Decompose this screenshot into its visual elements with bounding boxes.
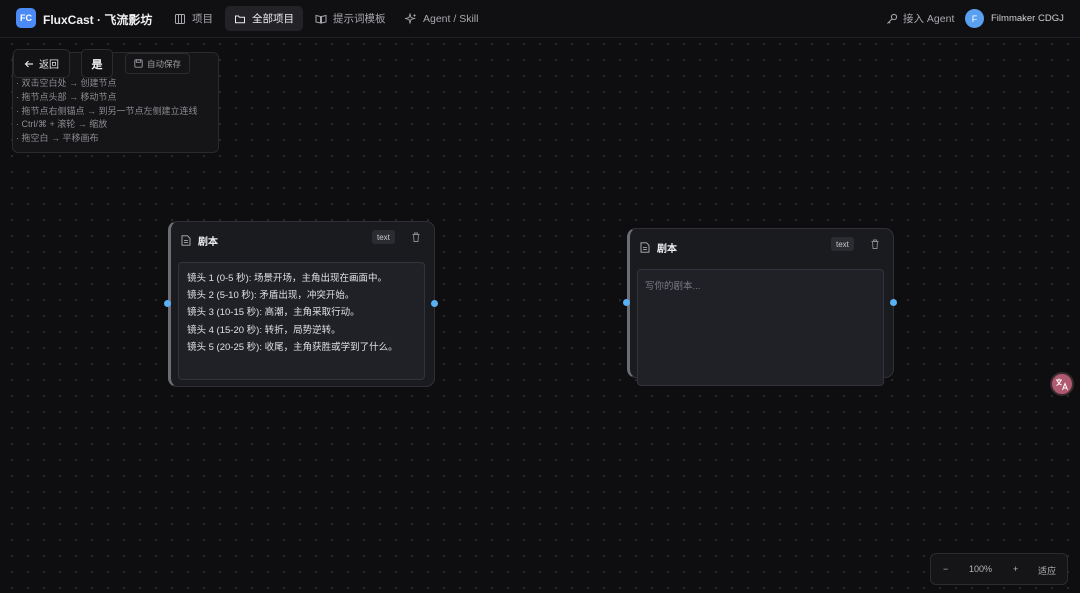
trash-icon[interactable] — [411, 232, 421, 242]
book-icon — [315, 14, 327, 24]
user-name[interactable]: Filmmaker CDGJ — [991, 13, 1064, 24]
document-icon — [640, 241, 650, 253]
script-content: 镜头 1 (0-5 秒): 场景开场，主角出现在画面中。 镜头 2 (5-10 … — [187, 270, 398, 356]
zoom-control: − 100% + 适应 — [930, 553, 1068, 585]
script-line: 镜头 1 (0-5 秒): 场景开场，主角出现在画面中。 — [187, 273, 388, 284]
grid-icon — [175, 13, 185, 24]
connect-agent-link[interactable]: 接入 Agent — [886, 6, 954, 31]
script-node[interactable]: 剧本 text 镜头 1 (0-5 秒): 场景开场，主角出现在画面中。 镜头 … — [168, 221, 435, 387]
folder-icon — [235, 15, 245, 23]
tab-agent-skill[interactable]: Agent / Skill — [396, 6, 487, 31]
key-icon — [887, 13, 898, 24]
top-nav-bar: FC FluxCast · 飞流影坊 项目 全部项目 提示词模板 Agent /… — [0, 0, 1080, 38]
help-line: · 双击空白处 → 创建节点 — [16, 78, 117, 88]
type-badge: text — [831, 237, 854, 251]
script-line: 镜头 4 (15-20 秒): 转折，局势逆转。 — [187, 324, 341, 336]
back-button-label: 返回 — [39, 60, 59, 71]
zoom-out-button[interactable]: − — [943, 564, 948, 574]
connect-agent-label: 接入 Agent — [903, 13, 955, 25]
app-title[interactable]: FluxCast · 飞流影坊 — [43, 11, 152, 28]
tab-prompt-templates-label: 提示词模板 — [333, 13, 386, 25]
help-line: · 拖空白 → 平移画布 — [16, 133, 99, 144]
script-line: 镜头 3 (10-15 秒): 高潮，主角采取行动。 — [187, 307, 360, 319]
script-line: 镜头 2 (5-10 秒): 矛盾出现，冲突开始。 — [187, 290, 355, 302]
script-textarea[interactable]: 镜头 1 (0-5 秒): 场景开场，主角出现在画面中。 镜头 2 (5-10 … — [178, 262, 425, 380]
back-button[interactable]: 返回 — [13, 49, 70, 78]
yes-button[interactable]: 是 — [81, 49, 113, 78]
zoom-in-button[interactable]: + — [1013, 564, 1018, 574]
input-port[interactable] — [623, 299, 630, 306]
node-header[interactable]: 剧本 — [181, 232, 218, 248]
script-node[interactable]: 剧本 text 写你的剧本... — [627, 228, 894, 386]
translate-button[interactable] — [1050, 372, 1074, 396]
document-icon — [181, 234, 191, 246]
zoom-level: 100% — [969, 564, 993, 574]
script-textarea[interactable]: 写你的剧本... — [637, 269, 884, 386]
sparkle-icon — [405, 12, 417, 25]
autosave-button[interactable]: 自动保存 — [125, 53, 190, 74]
node-title: 剧本 — [198, 236, 218, 248]
type-badge: text — [372, 230, 395, 244]
arrow-left-icon — [24, 60, 33, 67]
node-title: 剧本 — [657, 243, 677, 255]
tab-all-projects-label: 全部项目 — [252, 13, 294, 25]
tab-agent-skill-label: Agent / Skill — [423, 12, 479, 25]
input-port[interactable] — [164, 300, 171, 307]
logo-badge[interactable]: FC — [16, 8, 36, 28]
tab-projects-label: 项目 — [192, 13, 213, 25]
output-port[interactable] — [890, 299, 897, 306]
help-line: · 拖节点头部 → 移动节点 — [16, 91, 117, 102]
avatar[interactable]: F — [965, 9, 984, 28]
translate-icon — [1056, 378, 1068, 391]
autosave-label: 自动保存 — [146, 58, 181, 69]
help-line: · Ctrl/⌘ + 滚轮 → 缩放 — [16, 119, 108, 130]
tab-all-projects[interactable]: 全部项目 — [225, 6, 303, 31]
tab-prompt-templates[interactable]: 提示词模板 — [306, 6, 395, 31]
script-placeholder: 写你的剧本... — [645, 281, 701, 292]
save-icon — [134, 59, 143, 68]
script-line: 镜头 5 (20-25 秒): 收尾，主角获胜或学到了什么。 — [187, 341, 398, 353]
fit-button[interactable]: 适应 — [1038, 564, 1056, 577]
trash-icon[interactable] — [870, 239, 880, 249]
node-header[interactable]: 剧本 — [640, 239, 677, 255]
output-port[interactable] — [431, 300, 438, 307]
tab-projects[interactable]: 项目 — [165, 6, 222, 31]
help-list: · 双击空白处 → 创建节点 · 拖节点头部 → 移动节点 · 拖节点右侧锚点 … — [16, 77, 198, 146]
help-line: · 拖节点右侧锚点 → 到另一节点左侧建立连线 — [16, 105, 198, 116]
